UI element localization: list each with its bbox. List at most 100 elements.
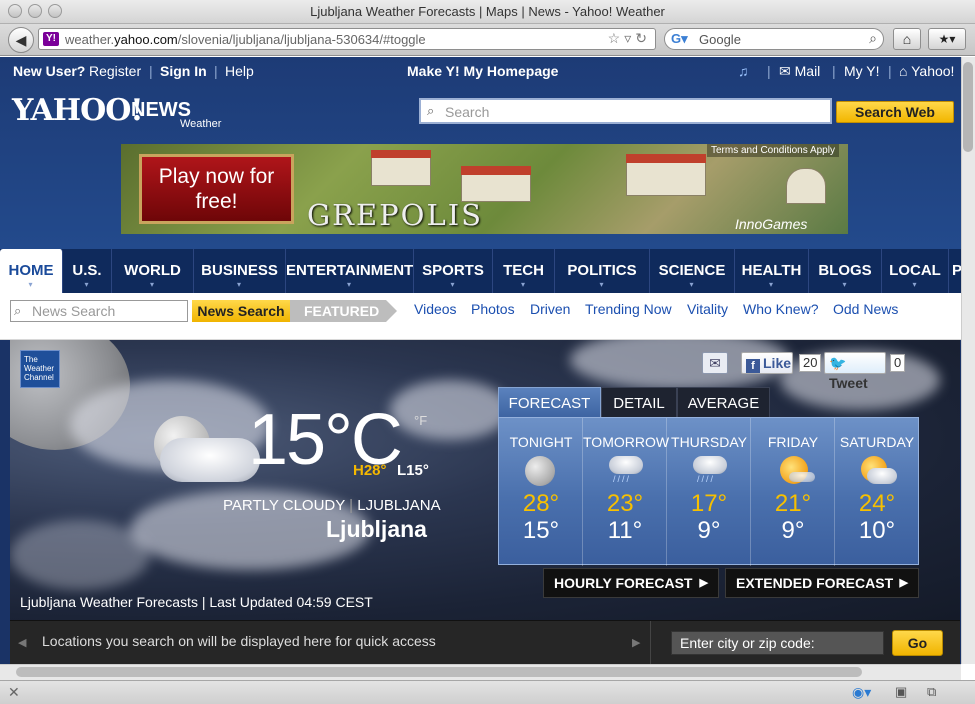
back-arrow-icon: ◀ (15, 32, 27, 48)
dropdown-icon[interactable]: ▿ (624, 30, 635, 46)
tab-detail[interactable]: DETAIL (601, 387, 677, 418)
last-updated: Ljubljana Weather Forecasts | Last Updat… (20, 594, 373, 610)
location-upper: LJUBLJANA (357, 497, 441, 514)
featured-arrow (386, 300, 397, 322)
ad-roof (626, 154, 706, 163)
featured-link-driven[interactable]: Driven (530, 301, 570, 317)
featured-link-photos[interactable]: Photos (471, 301, 515, 317)
yahoo-favicon-icon: Y! (43, 32, 59, 46)
nav-dropdown-icon: ▾ (842, 280, 847, 289)
ad-title: GREPOLIS (307, 198, 484, 232)
featured-link-whoknew[interactable]: Who Knew? (743, 301, 818, 317)
low-temperature: L15° (397, 462, 429, 479)
make-homepage-link[interactable]: Make Y! My Homepage (407, 63, 558, 79)
url-domain: yahoo.com (114, 32, 178, 47)
new-user-label: New User? (13, 63, 86, 79)
condition-line: PARTLY CLOUDY | LJUBLJANA (223, 497, 441, 514)
city-zip-input[interactable]: Enter city or zip code: (671, 631, 884, 655)
tab-forecast[interactable]: FORECAST (498, 387, 601, 418)
forecast-low: 11° (607, 517, 643, 544)
search-web-button[interactable]: Search Web (836, 101, 954, 123)
tweet-count: 0 (890, 354, 906, 372)
vertical-scroll-thumb[interactable] (963, 62, 973, 152)
notification-bell-icon[interactable]: ♫ (738, 63, 749, 79)
ad-terms[interactable]: Terms and Conditions Apply (707, 144, 839, 157)
scroll-left-icon[interactable]: ◀ (18, 636, 26, 649)
sun-haze (789, 472, 815, 482)
home-button[interactable]: ⌂ (893, 28, 921, 50)
ad-roof (461, 166, 531, 175)
like-count: 20 (799, 354, 822, 372)
mail-label: Mail (794, 63, 821, 79)
tab-average[interactable]: AVERAGE (677, 387, 770, 418)
nav-item-p[interactable]: P (949, 249, 961, 293)
play-arrow-icon: ▶ (899, 577, 908, 589)
horizontal-scroll-thumb[interactable] (16, 667, 862, 677)
register-link[interactable]: Register (89, 63, 141, 79)
clear-night-icon (525, 456, 555, 486)
browser-search-field[interactable]: G▾ Google ⌕ (664, 28, 884, 50)
like-label: Like (763, 355, 792, 371)
nav-dropdown-icon: ▾ (769, 280, 774, 289)
twitter-bird-icon: 🐦 (829, 355, 847, 371)
forecast-low: 9° (781, 517, 805, 544)
yahoo-home-link[interactable]: ⌂ Yahoo! (899, 63, 954, 79)
monitor-icon[interactable]: ▣ (895, 684, 907, 700)
tweet-label: Tweet (829, 375, 868, 391)
forecast-low: 15° (522, 517, 560, 544)
recent-locations-hint: Locations you search on will be displaye… (42, 633, 436, 649)
nav-dropdown-icon: ▾ (599, 280, 604, 289)
recent-locations-bar: ◀ Locations you search on will be displa… (10, 620, 960, 664)
globe-icon[interactable]: ◉▾ (852, 684, 871, 701)
nav-dropdown-icon: ▾ (150, 280, 155, 289)
email-share-button[interactable]: ✉ (702, 352, 728, 374)
reload-icon[interactable]: ↻ (635, 30, 651, 46)
nav-dropdown-icon: ▾ (521, 280, 526, 289)
news-search-input[interactable]: ⌕ News Search (10, 300, 188, 322)
hourly-forecast-button[interactable]: HOURLY FORECAST ▶ (543, 568, 719, 598)
facebook-like-button[interactable]: f Like (741, 352, 793, 374)
house-icon: ⌂ (899, 63, 908, 79)
extended-forecast-button[interactable]: EXTENDED FORECAST ▶ (725, 568, 919, 598)
forecast-high: 23° (606, 490, 644, 517)
featured-link-vitality[interactable]: Vitality (687, 301, 728, 317)
web-search-input[interactable]: ⌕ Search (419, 98, 832, 124)
separator: | (149, 63, 153, 79)
help-link[interactable]: Help (225, 63, 254, 79)
forecast-high: 28° (522, 490, 560, 517)
rain-icon: //// (691, 454, 727, 486)
bookmarks-button[interactable]: ★▾ (928, 28, 966, 50)
window-icon[interactable]: ⧉ (927, 684, 936, 700)
tweet-button[interactable]: 🐦 Tweet (824, 352, 886, 391)
separator: | (832, 63, 836, 79)
featured-link-videos[interactable]: Videos (414, 301, 457, 317)
search-icon: ⌕ (427, 103, 435, 118)
separator: | (888, 63, 892, 79)
weather-channel-logo[interactable]: The Weather Channel (20, 350, 60, 388)
envelope-icon: ✉ (709, 355, 721, 371)
featured-link-trendingnow[interactable]: Trending Now (585, 301, 672, 317)
yahoo-logo[interactable]: YAHOO! (12, 93, 144, 128)
go-button[interactable]: Go (892, 630, 943, 656)
featured-link-oddnews[interactable]: Odd News (833, 301, 898, 317)
scroll-right-icon[interactable]: ▶ (632, 636, 640, 649)
bookmark-star-icon[interactable]: ☆ (608, 30, 625, 46)
magnifier-icon[interactable]: ⌕ (869, 30, 877, 47)
background-cloud (10, 520, 150, 590)
url-prefix: weather. (65, 32, 115, 47)
grepolis-ad-banner[interactable]: Play now for free! GREPOLIS Terms and Co… (121, 144, 848, 234)
back-button[interactable]: ◀ (8, 27, 34, 53)
sign-in-link[interactable]: Sign In (160, 63, 207, 79)
google-icon: G▾ (671, 31, 688, 46)
news-search-button[interactable]: News Search (192, 300, 290, 322)
fahrenheit-toggle[interactable]: °F (414, 413, 427, 428)
bookmark-star-icon: ★▾ (938, 32, 956, 46)
my-yahoo-link[interactable]: My Y! (844, 63, 880, 79)
mail-link[interactable]: ✉ Mail (779, 63, 820, 80)
url-path: /slovenia/ljubljana/ljubljana-530634/#to… (177, 32, 426, 47)
address-bar[interactable]: Y! weather.yahoo.com/slovenia/ljubljana/… (38, 28, 656, 50)
play-now-button[interactable]: Play now for free! (139, 154, 294, 224)
close-icon[interactable]: ✕ (8, 684, 20, 701)
separator: | (767, 63, 771, 79)
forecast-high: 21° (774, 490, 812, 517)
